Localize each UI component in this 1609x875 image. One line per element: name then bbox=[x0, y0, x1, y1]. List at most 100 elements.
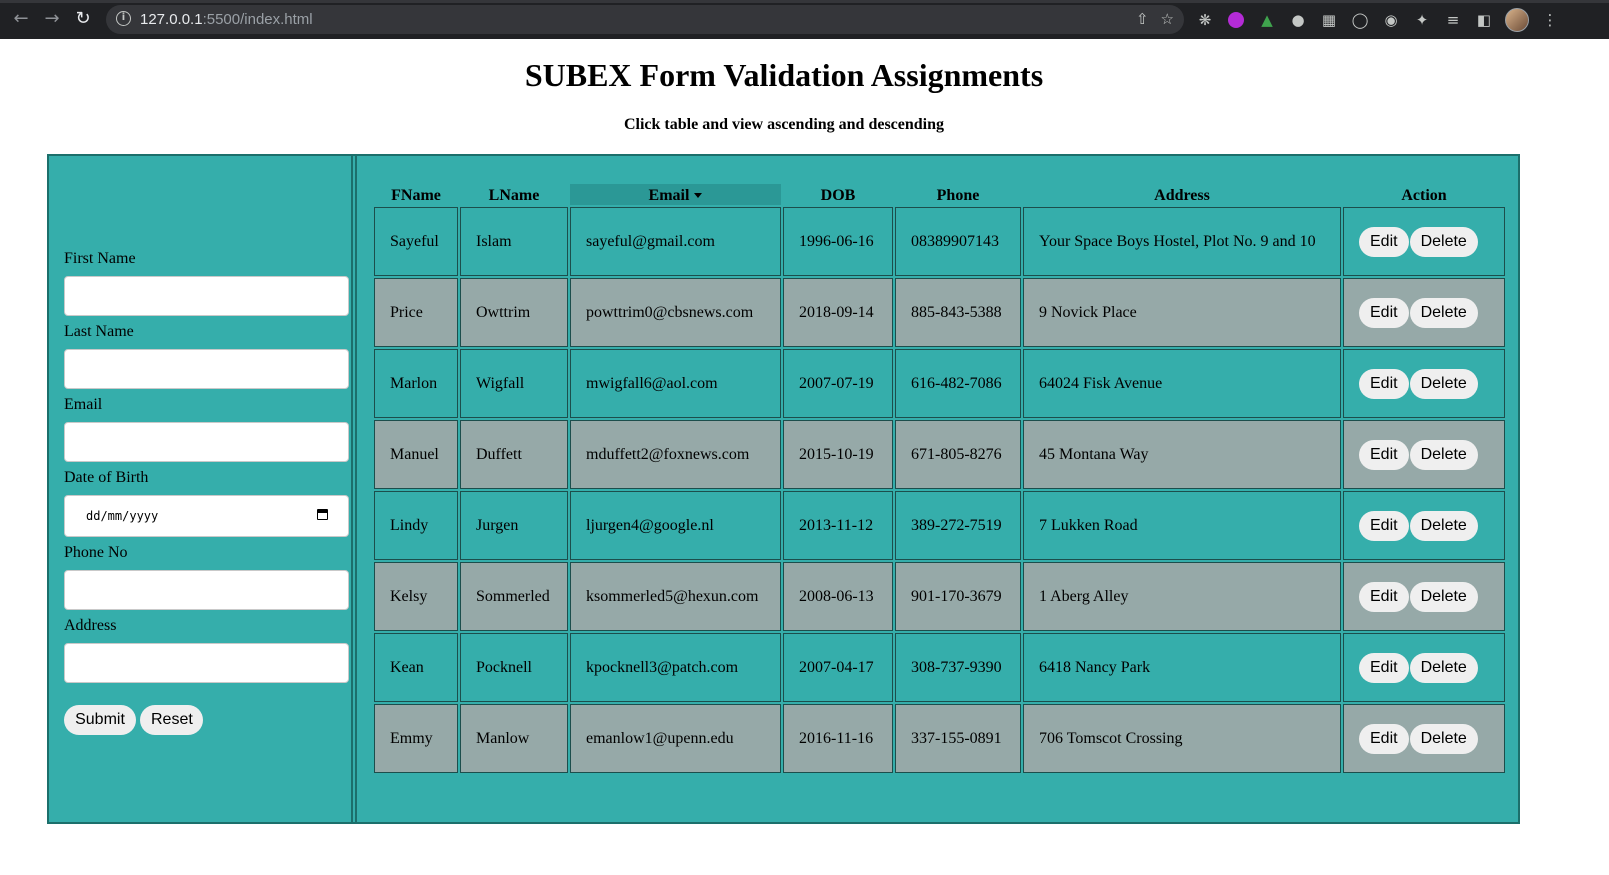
edit-button[interactable]: Edit bbox=[1359, 368, 1409, 399]
tab-strip bbox=[0, 0, 1609, 3]
table-row[interactable]: Marlon Wigfall mwigfall6@aol.com 2007-07-19… bbox=[374, 349, 1505, 418]
forward-icon[interactable]: → bbox=[41, 8, 63, 30]
cell-email: sayeful@gmail.com bbox=[570, 207, 781, 276]
submit-button[interactable]: Submit bbox=[64, 705, 136, 735]
cell-lname: Wigfall bbox=[460, 349, 568, 418]
delete-button[interactable]: Delete bbox=[1409, 226, 1478, 257]
calendar-icon[interactable] bbox=[317, 509, 328, 520]
cell-fname: Price bbox=[374, 278, 458, 347]
dob-input[interactable]: dd/mm/yyyy bbox=[64, 495, 349, 537]
extensions-puzzle-icon[interactable]: ✦ bbox=[1412, 10, 1432, 30]
back-icon[interactable]: ← bbox=[10, 8, 32, 30]
page-title: SUBEX Form Validation Assignments bbox=[524, 57, 1044, 93]
delete-button[interactable]: Delete bbox=[1409, 723, 1478, 754]
edit-button[interactable]: Edit bbox=[1359, 297, 1409, 328]
delete-button[interactable]: Delete bbox=[1409, 297, 1478, 328]
cell-action: Edit Delete bbox=[1343, 278, 1505, 347]
reload-icon[interactable]: ↻ bbox=[72, 8, 94, 30]
page-subtitle: Click table and view ascending and desce… bbox=[623, 116, 945, 133]
cell-address: 1 Aberg Alley bbox=[1023, 562, 1341, 631]
edit-button[interactable]: Edit bbox=[1359, 226, 1409, 257]
cell-email: powttrim0@cbsnews.com bbox=[570, 278, 781, 347]
cell-action: Edit Delete bbox=[1343, 420, 1505, 489]
extension-bottle-icon[interactable]: ● bbox=[1288, 10, 1308, 30]
table-row[interactable]: Price Owttrim powttrim0@cbsnews.com 2018-09… bbox=[374, 278, 1505, 347]
address-bar[interactable]: i 127.0.0.1:5500/index.html ⇧ ☆ bbox=[106, 5, 1184, 34]
cell-action: Edit Delete bbox=[1343, 207, 1505, 276]
url-text[interactable]: 127.0.0.1:5500/index.html bbox=[140, 11, 313, 28]
cell-lname: Manlow bbox=[460, 704, 568, 773]
first-name-input[interactable] bbox=[64, 276, 349, 316]
table-row[interactable]: Manuel Duffett mduffett2@foxnews.com 2015-1… bbox=[374, 420, 1505, 489]
cell-phone: 616-482-7086 bbox=[895, 349, 1021, 418]
cell-lname: Owttrim bbox=[460, 278, 568, 347]
header-lname[interactable]: LName bbox=[460, 184, 568, 205]
edit-button[interactable]: Edit bbox=[1359, 581, 1409, 612]
header-phone[interactable]: Phone bbox=[895, 184, 1021, 205]
share-icon[interactable]: ⇧ bbox=[1136, 10, 1149, 29]
cell-fname: Manuel bbox=[374, 420, 458, 489]
delete-button[interactable]: Delete bbox=[1409, 652, 1478, 683]
table-row[interactable]: Sayeful Islam sayeful@gmail.com 1996-06-16 0… bbox=[374, 207, 1505, 276]
table-row[interactable]: Kelsy Sommerled ksommerled5@hexun.com 2008-… bbox=[374, 562, 1505, 631]
cell-action: Edit Delete bbox=[1343, 562, 1505, 631]
extension-grid-icon[interactable]: ▦ bbox=[1319, 10, 1339, 30]
cell-fname: Kelsy bbox=[374, 562, 458, 631]
address-input[interactable] bbox=[64, 643, 349, 683]
react-devtools-icon[interactable]: ❋ bbox=[1195, 10, 1215, 30]
delete-button[interactable]: Delete bbox=[1409, 368, 1478, 399]
camera-icon[interactable]: ◉ bbox=[1381, 10, 1401, 30]
form-panel: First Name Last Name Email Date of Birth… bbox=[49, 156, 353, 822]
reading-list-icon[interactable]: ≡ bbox=[1443, 10, 1463, 30]
last-name-label: Last Name bbox=[64, 323, 134, 340]
cell-email: ljurgen4@google.nl bbox=[570, 491, 781, 560]
delete-button[interactable]: Delete bbox=[1409, 510, 1478, 541]
side-panel-icon[interactable]: ◧ bbox=[1474, 10, 1494, 30]
edit-button[interactable]: Edit bbox=[1359, 510, 1409, 541]
edit-button[interactable]: Edit bbox=[1359, 652, 1409, 683]
bookmark-star-icon[interactable]: ☆ bbox=[1161, 10, 1174, 29]
cell-dob: 2013-11-12 bbox=[783, 491, 893, 560]
delete-button[interactable]: Delete bbox=[1409, 439, 1478, 470]
header-dob[interactable]: DOB bbox=[783, 184, 893, 205]
cell-lname: Jurgen bbox=[460, 491, 568, 560]
table-row[interactable]: Lindy Jurgen ljurgen4@google.nl 2013-11-12 3… bbox=[374, 491, 1505, 560]
reset-button[interactable]: Reset bbox=[140, 705, 203, 735]
email-label: Email bbox=[64, 396, 103, 413]
cell-phone: 671-805-8276 bbox=[895, 420, 1021, 489]
phone-input[interactable] bbox=[64, 570, 349, 610]
cell-address: 706 Tomscot Crossing bbox=[1023, 704, 1341, 773]
cell-phone: 901-170-3679 bbox=[895, 562, 1021, 631]
edit-button[interactable]: Edit bbox=[1359, 439, 1409, 470]
cell-action: Edit Delete bbox=[1343, 491, 1505, 560]
cell-dob: 2008-06-13 bbox=[783, 562, 893, 631]
cell-dob: 2018-09-14 bbox=[783, 278, 893, 347]
profile-avatar[interactable] bbox=[1505, 8, 1529, 32]
dob-placeholder: dd/mm/yyyy bbox=[86, 509, 159, 523]
cell-fname: Emmy bbox=[374, 704, 458, 773]
cell-address: 6418 Nancy Park bbox=[1023, 633, 1341, 702]
sort-desc-icon bbox=[694, 193, 703, 198]
address-label: Address bbox=[64, 617, 117, 634]
main-container: First Name Last Name Email Date of Birth… bbox=[47, 154, 1520, 824]
dob-label: Date of Birth bbox=[64, 469, 149, 486]
edit-button[interactable]: Edit bbox=[1359, 723, 1409, 754]
menu-kebab-icon[interactable]: ⋮ bbox=[1540, 10, 1560, 30]
table-row[interactable]: Kean Pocknell kpocknell3@patch.com 2007-04-… bbox=[374, 633, 1505, 702]
last-name-input[interactable] bbox=[64, 349, 349, 389]
extension-purple-icon[interactable] bbox=[1226, 10, 1246, 30]
cell-phone: 389-272-7519 bbox=[895, 491, 1021, 560]
extension-circle-icon[interactable]: ◯ bbox=[1350, 10, 1370, 30]
delete-button[interactable]: Delete bbox=[1409, 581, 1478, 612]
header-fname[interactable]: FName bbox=[374, 184, 458, 205]
cell-fname: Kean bbox=[374, 633, 458, 702]
header-email[interactable]: Email bbox=[570, 184, 781, 205]
cell-lname: Pocknell bbox=[460, 633, 568, 702]
header-address[interactable]: Address bbox=[1023, 184, 1341, 205]
extension-tree-icon[interactable]: ▲ bbox=[1257, 10, 1277, 30]
site-info-icon[interactable]: i bbox=[116, 11, 131, 26]
table-panel: FName LName Email DOB Phone Address Acti… bbox=[355, 156, 1518, 822]
table-row[interactable]: Emmy Manlow emanlow1@upenn.edu 2016-11-16 33… bbox=[374, 704, 1505, 773]
email-input[interactable] bbox=[64, 422, 349, 462]
cell-address: 45 Montana Way bbox=[1023, 420, 1341, 489]
